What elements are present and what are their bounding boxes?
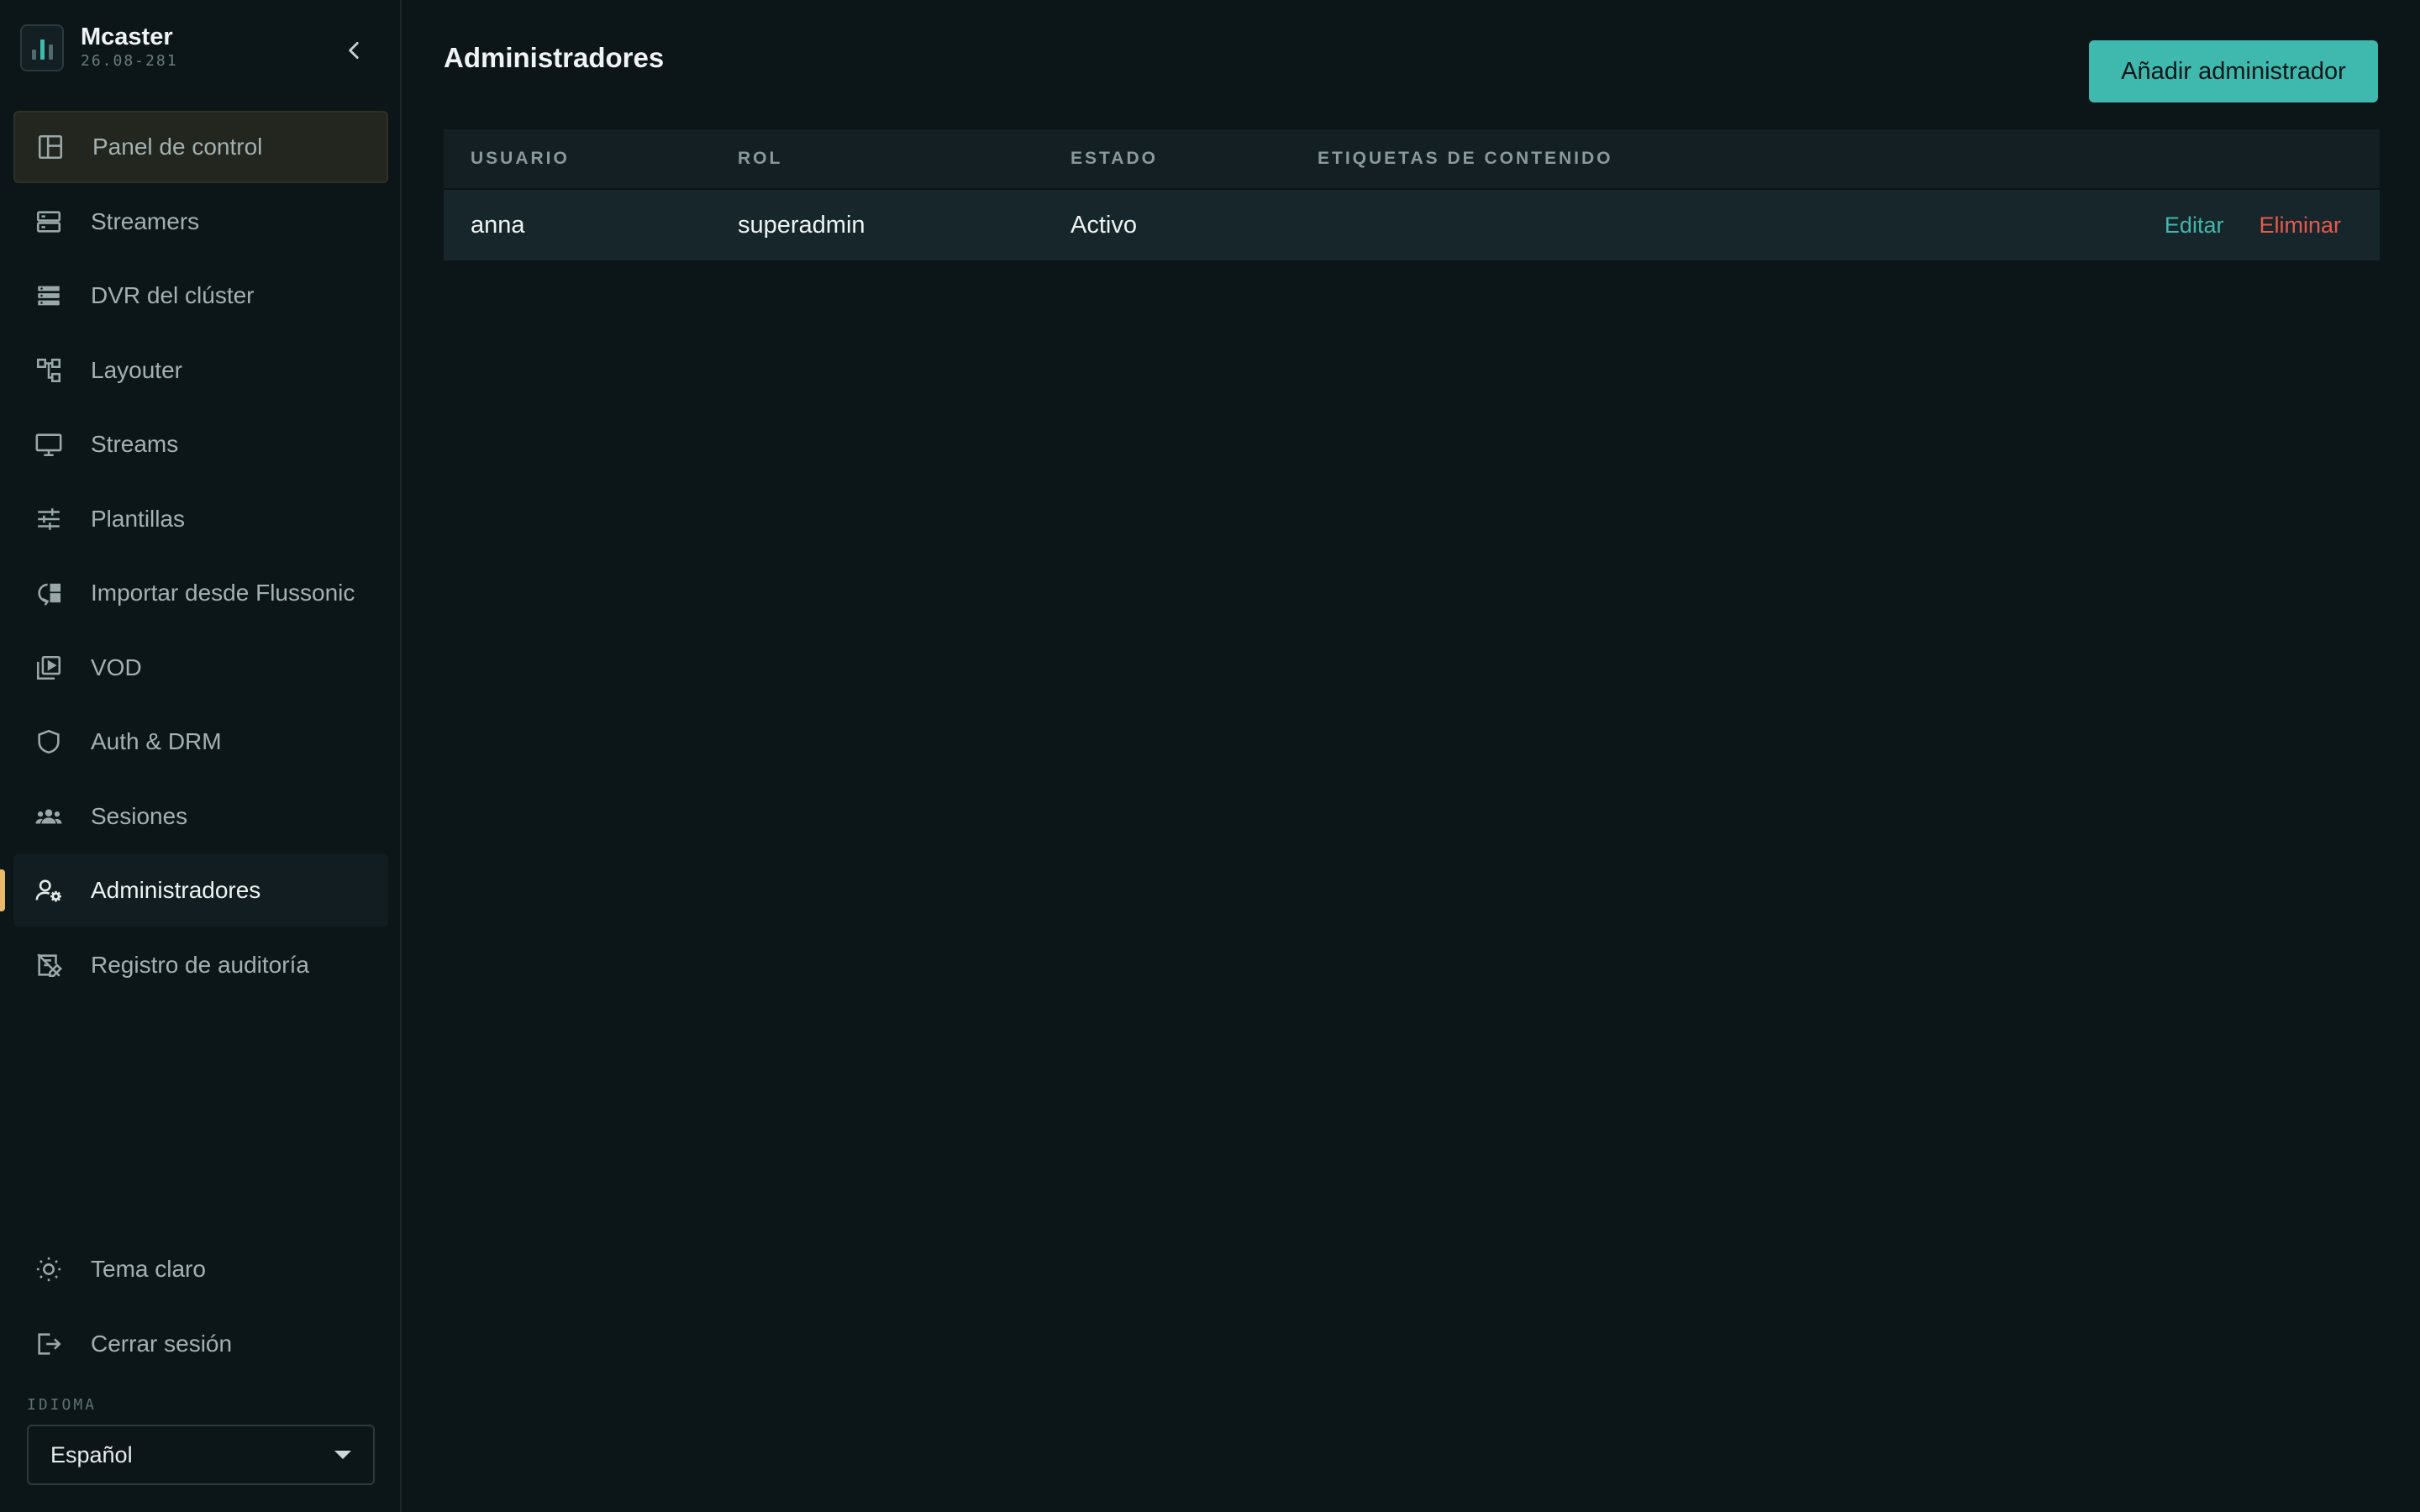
- language-label: IDIOMA: [27, 1396, 97, 1414]
- sidebar-item-label: Sesiones: [91, 802, 188, 829]
- brand-text: Mcaster 26.08-281: [81, 24, 178, 72]
- language-selected-value: Español: [50, 1441, 133, 1467]
- audit-log-icon: [34, 950, 64, 980]
- chevron-left-icon: [349, 41, 359, 60]
- sidebar-item-label: VOD: [91, 654, 142, 680]
- sidebar-bottom-nav: Tema claro Cerrar sesión: [13, 1233, 388, 1382]
- sidebar-item-label: Layouter: [91, 356, 182, 383]
- brand-version: 26.08-281: [81, 52, 178, 70]
- bar-chart-logo-icon: [20, 24, 64, 71]
- column-header-etiquetas[interactable]: ETIQUETAS DE CONTENIDO: [1318, 149, 1612, 169]
- sidebar-item-label: Streamers: [91, 207, 200, 234]
- sidebar-item-registro-auditoria[interactable]: Registro de auditoría: [13, 929, 388, 1001]
- user-gear-icon: [34, 875, 64, 906]
- theme-toggle-label: Tema claro: [91, 1256, 206, 1282]
- sidebar-item-label: Panel de control: [92, 134, 263, 160]
- add-admin-button[interactable]: Añadir administrador: [2089, 40, 2378, 102]
- sidebar-item-importar[interactable]: Importar desde Flussonic: [13, 557, 388, 629]
- video-library-icon: [34, 653, 64, 683]
- cell-status: Activo: [1071, 211, 1137, 239]
- shield-icon: [34, 727, 64, 757]
- table-header: USUARIO ROL ESTADO ETIQUETAS DE CONTENID…: [444, 129, 2380, 190]
- sidebar-item-layouter[interactable]: Layouter: [13, 334, 388, 407]
- cell-user: anna: [471, 211, 525, 239]
- main-content: Administradores Añadir administrador USU…: [402, 0, 2420, 1512]
- row-actions: Editar Eliminar: [2165, 213, 2341, 239]
- brand-name: Mcaster: [81, 24, 173, 50]
- logout-icon: [34, 1329, 64, 1359]
- language-select[interactable]: Español: [27, 1425, 375, 1485]
- sidebar-item-panel-de-control[interactable]: Panel de control: [13, 111, 388, 183]
- logout-button[interactable]: Cerrar sesión: [13, 1308, 388, 1380]
- column-header-estado[interactable]: ESTADO: [1071, 149, 1158, 169]
- layout-tree-icon: [34, 355, 64, 386]
- monitor-icon: [34, 429, 64, 459]
- logout-label: Cerrar sesión: [91, 1330, 233, 1357]
- server-icon: [34, 207, 64, 237]
- sidebar-item-label: Importar desde Flussonic: [91, 580, 355, 606]
- users-group-icon: [34, 801, 64, 832]
- sidebar-item-label: Auth & DRM: [91, 728, 222, 754]
- app-root: Mcaster 26.08-281 Panel de control Strea…: [0, 0, 2420, 1512]
- cell-role: superadmin: [738, 211, 865, 239]
- column-header-rol[interactable]: ROL: [738, 149, 782, 169]
- sidebar-item-plantillas[interactable]: Plantillas: [13, 483, 388, 555]
- dashboard-icon: [35, 132, 66, 162]
- table-row: anna superadmin Activo Editar Eliminar: [444, 190, 2380, 260]
- sun-icon: [34, 1254, 64, 1284]
- edit-link[interactable]: Editar: [2165, 213, 2224, 239]
- sidebar-item-auth-drm[interactable]: Auth & DRM: [13, 706, 388, 778]
- storage-icon: [34, 281, 64, 311]
- sidebar: Mcaster 26.08-281 Panel de control Strea…: [0, 0, 402, 1512]
- sidebar-item-label: Administradores: [91, 877, 261, 903]
- sidebar-item-label: Streams: [91, 431, 179, 457]
- collapse-sidebar-button[interactable]: [333, 29, 376, 72]
- page-title: Administradores: [444, 42, 665, 73]
- delete-link[interactable]: Eliminar: [2259, 213, 2341, 239]
- sidebar-item-administradores[interactable]: Administradores: [0, 854, 388, 927]
- sidebar-nav: Panel de control Streamers DVR del clúst…: [0, 111, 388, 1003]
- sidebar-item-dvr-cluster[interactable]: DVR del clúster: [13, 260, 388, 332]
- sidebar-item-label: Registro de auditoría: [91, 951, 309, 978]
- sidebar-item-vod[interactable]: VOD: [13, 632, 388, 704]
- theme-toggle-button[interactable]: Tema claro: [13, 1233, 388, 1305]
- column-header-usuario[interactable]: USUARIO: [471, 149, 570, 169]
- sliders-icon: [34, 504, 64, 534]
- brand[interactable]: Mcaster 26.08-281: [20, 24, 178, 72]
- caret-down-icon: [334, 1451, 351, 1459]
- admins-table: USUARIO ROL ESTADO ETIQUETAS DE CONTENID…: [444, 129, 2380, 260]
- sidebar-item-sesiones[interactable]: Sesiones: [13, 780, 388, 853]
- import-icon: [34, 578, 64, 608]
- sidebar-item-streamers[interactable]: Streamers: [13, 186, 388, 258]
- sidebar-item-label: DVR del clúster: [91, 282, 255, 308]
- sidebar-item-streams[interactable]: Streams: [13, 408, 388, 480]
- sidebar-item-label: Plantillas: [91, 505, 186, 532]
